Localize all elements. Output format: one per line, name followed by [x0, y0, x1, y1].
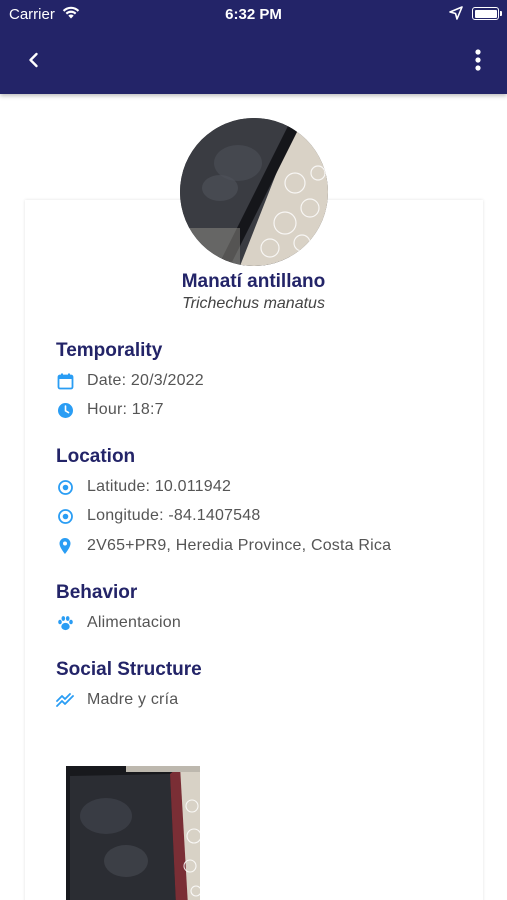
app-header: Carrier 6:32 PM: [0, 0, 507, 94]
temporality-heading: Temporality: [56, 340, 163, 361]
status-bar: Carrier 6:32 PM: [0, 0, 507, 28]
status-time: 6:32 PM: [225, 6, 282, 23]
gps-target-icon: [56, 507, 74, 525]
trending-lines-icon: [56, 691, 74, 709]
clock-icon: [56, 401, 74, 419]
behavior-row: Alimentacion: [56, 612, 181, 634]
date-text: Date: 20/3/2022: [87, 372, 204, 389]
map-pin-icon: [56, 537, 74, 555]
location-heading: Location: [56, 446, 136, 467]
gps-target-icon: [56, 478, 74, 496]
behavior-text: Alimentacion: [87, 614, 182, 631]
sighting-photo[interactable]: [66, 766, 200, 900]
date-row: Date: 20/3/2022: [56, 370, 204, 392]
latitude-text: Latitude: 10.011942: [87, 478, 232, 495]
battery-icon: [472, 7, 502, 20]
location-arrow-icon: [449, 6, 463, 24]
species-common-name: Manatí antillano: [181, 271, 326, 292]
more-vertical-icon: [475, 49, 481, 71]
hour-text: Hour: 18:7: [87, 401, 164, 418]
behavior-heading: Behavior: [56, 582, 138, 603]
back-button[interactable]: [22, 48, 46, 72]
chevron-left-icon: [29, 52, 38, 68]
more-options-button[interactable]: [466, 48, 490, 72]
hour-row: Hour: 18:7: [56, 399, 164, 421]
species-scientific-name: Trichechus manatus: [182, 295, 325, 312]
social-structure-text: Madre y cría: [87, 691, 179, 708]
social-structure-row: Madre y cría: [56, 689, 178, 711]
latitude-row: Latitude: 10.011942: [56, 476, 231, 498]
paw-icon: [56, 614, 74, 632]
social-structure-heading: Social Structure: [56, 659, 202, 680]
address-text: 2V65+PR9, Heredia Province, Costa Rica: [87, 537, 392, 554]
species-avatar-image[interactable]: [180, 118, 328, 266]
longitude-row: Longitude: -84.1407548: [56, 505, 260, 527]
calendar-icon: [56, 372, 74, 390]
address-row: 2V65+PR9, Heredia Province, Costa Rica: [56, 535, 391, 557]
longitude-text: Longitude: -84.1407548: [87, 507, 261, 524]
